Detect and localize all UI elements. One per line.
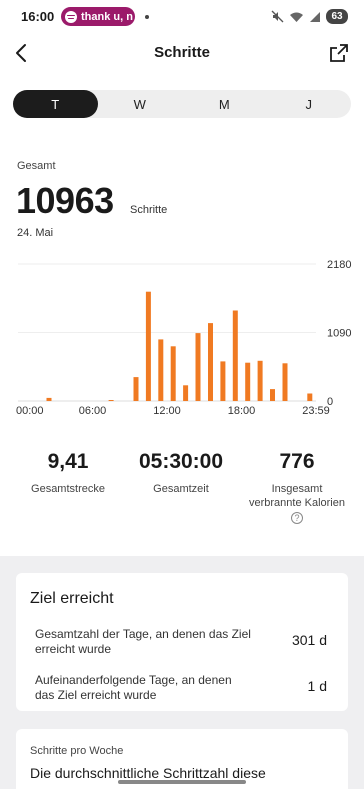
- goal-card-title: Ziel erreicht: [30, 590, 114, 607]
- chart-x-axis: 00:00 06:00 12:00 18:00 23:59: [16, 405, 330, 417]
- app-header: Schritte: [0, 34, 364, 74]
- chart-x-tick-label: 06:00: [79, 405, 107, 417]
- chart-bars: [46, 291, 313, 402]
- share-export-icon[interactable]: [328, 42, 350, 64]
- calories-label-line2: verbrannte Kalorien: [248, 497, 345, 509]
- goal-streak-label-line1: Aufeinanderfolgende Tage, an denen: [35, 673, 232, 687]
- chart-bar[interactable]: [220, 361, 226, 401]
- goal-card: Ziel erreicht Gesamtzahl der Tage, an de…: [16, 573, 348, 711]
- tab-year[interactable]: J: [267, 90, 352, 118]
- chart-bar[interactable]: [46, 397, 52, 401]
- chart-x-tick-label: 18:00: [228, 405, 256, 417]
- chart-bar[interactable]: [232, 310, 238, 402]
- help-icon[interactable]: ?: [291, 512, 303, 524]
- chart-bar[interactable]: [108, 400, 114, 401]
- chart-bar[interactable]: [245, 362, 251, 401]
- media-pill[interactable]: thank u, n: [61, 7, 135, 26]
- status-bar: 16:00 thank u, n 63: [0, 0, 364, 34]
- wifi-icon: [290, 12, 303, 22]
- tab-week[interactable]: W: [98, 90, 183, 118]
- weekly-steps-label: Schritte pro Woche: [30, 745, 124, 757]
- chart-bar[interactable]: [145, 291, 151, 401]
- distance-stat: 9,41 Gesamtstrecke: [16, 450, 120, 496]
- time-value: 05:30:00: [138, 450, 224, 473]
- chart-y-axis: 2180 1090 0: [327, 259, 351, 408]
- status-time: 16:00: [21, 9, 55, 24]
- period-tabs: T W M J: [13, 90, 351, 118]
- chart-bar[interactable]: [133, 377, 139, 401]
- page-title: Schritte: [154, 44, 210, 61]
- total-steps-value: 10963: [16, 180, 114, 221]
- total-steps-unit: Schritte: [130, 204, 168, 216]
- calories-stat: 776 Insgesamt verbrannte Kalorien ?: [242, 450, 352, 525]
- stats-row: 9,41 Gesamtstrecke 05:30:00 Gesamtzeit 7…: [0, 450, 364, 530]
- goal-total-days-row: Gesamtzahl der Tage, an denen das Ziel e…: [35, 627, 335, 657]
- chart-x-tick-label: 00:00: [16, 405, 44, 417]
- distance-value: 9,41: [47, 450, 89, 473]
- chart-x-tick-label: 12:00: [153, 405, 181, 417]
- time-label: Gesamtzeit: [153, 483, 209, 495]
- chart-bar[interactable]: [183, 385, 189, 401]
- chart-y-tick-label: 2180: [327, 259, 351, 271]
- notification-dot-icon: [145, 15, 149, 19]
- chart-bar[interactable]: [257, 360, 263, 401]
- home-indicator[interactable]: [118, 780, 246, 784]
- goal-total-days-label-line1: Gesamtzahl der Tage, an denen das Ziel: [35, 627, 251, 641]
- system-icons: 63: [271, 9, 348, 24]
- weekly-steps-subtitle: Die durchschnittliche Schrittzahl diese: [30, 765, 266, 781]
- chart-bar[interactable]: [208, 323, 213, 401]
- chart-x-tick-label: 23:59: [302, 405, 330, 417]
- signal-icon: [310, 11, 320, 22]
- distance-label: Gesamtstrecke: [31, 483, 105, 495]
- chart-y-tick-label: 1090: [327, 328, 351, 340]
- battery-icon: 63: [326, 9, 348, 24]
- goal-total-days-value: 301 d: [291, 632, 327, 648]
- goal-streak-label-line2: das Ziel erreicht wurde: [35, 688, 157, 702]
- spotify-icon: [65, 10, 77, 23]
- goal-streak-value: 1 d: [307, 678, 327, 694]
- date-label: 24. Mai: [17, 227, 54, 239]
- chart-bar[interactable]: [195, 333, 201, 401]
- total-label: Gesamt: [17, 160, 56, 172]
- goal-streak-row: Aufeinanderfolgende Tage, an denen das Z…: [35, 673, 335, 703]
- chart-y-tick-label: 0: [327, 396, 333, 408]
- media-text: thank u, n: [81, 10, 133, 23]
- calories-value: 776: [279, 450, 315, 473]
- mute-icon: [271, 10, 284, 23]
- goal-total-days-label-line2: erreicht wurde: [35, 642, 112, 656]
- calories-label: Insgesamt verbrannte Kalorien ?: [242, 482, 352, 525]
- tab-day[interactable]: T: [13, 90, 98, 118]
- chart-bar[interactable]: [282, 363, 288, 401]
- time-stat: 05:30:00 Gesamtzeit: [128, 450, 234, 496]
- chart-bar[interactable]: [158, 339, 164, 401]
- chart-bar[interactable]: [270, 389, 275, 401]
- hourly-steps-chart: 00:00 06:00 12:00 18:00 23:59 2180 1090 0: [16, 259, 351, 417]
- calories-label-line1: Insgesamt: [271, 483, 323, 495]
- chart-grid: [18, 263, 316, 402]
- chart-bar[interactable]: [170, 346, 176, 401]
- tab-month[interactable]: M: [182, 90, 267, 118]
- chart-bar[interactable]: [307, 393, 313, 402]
